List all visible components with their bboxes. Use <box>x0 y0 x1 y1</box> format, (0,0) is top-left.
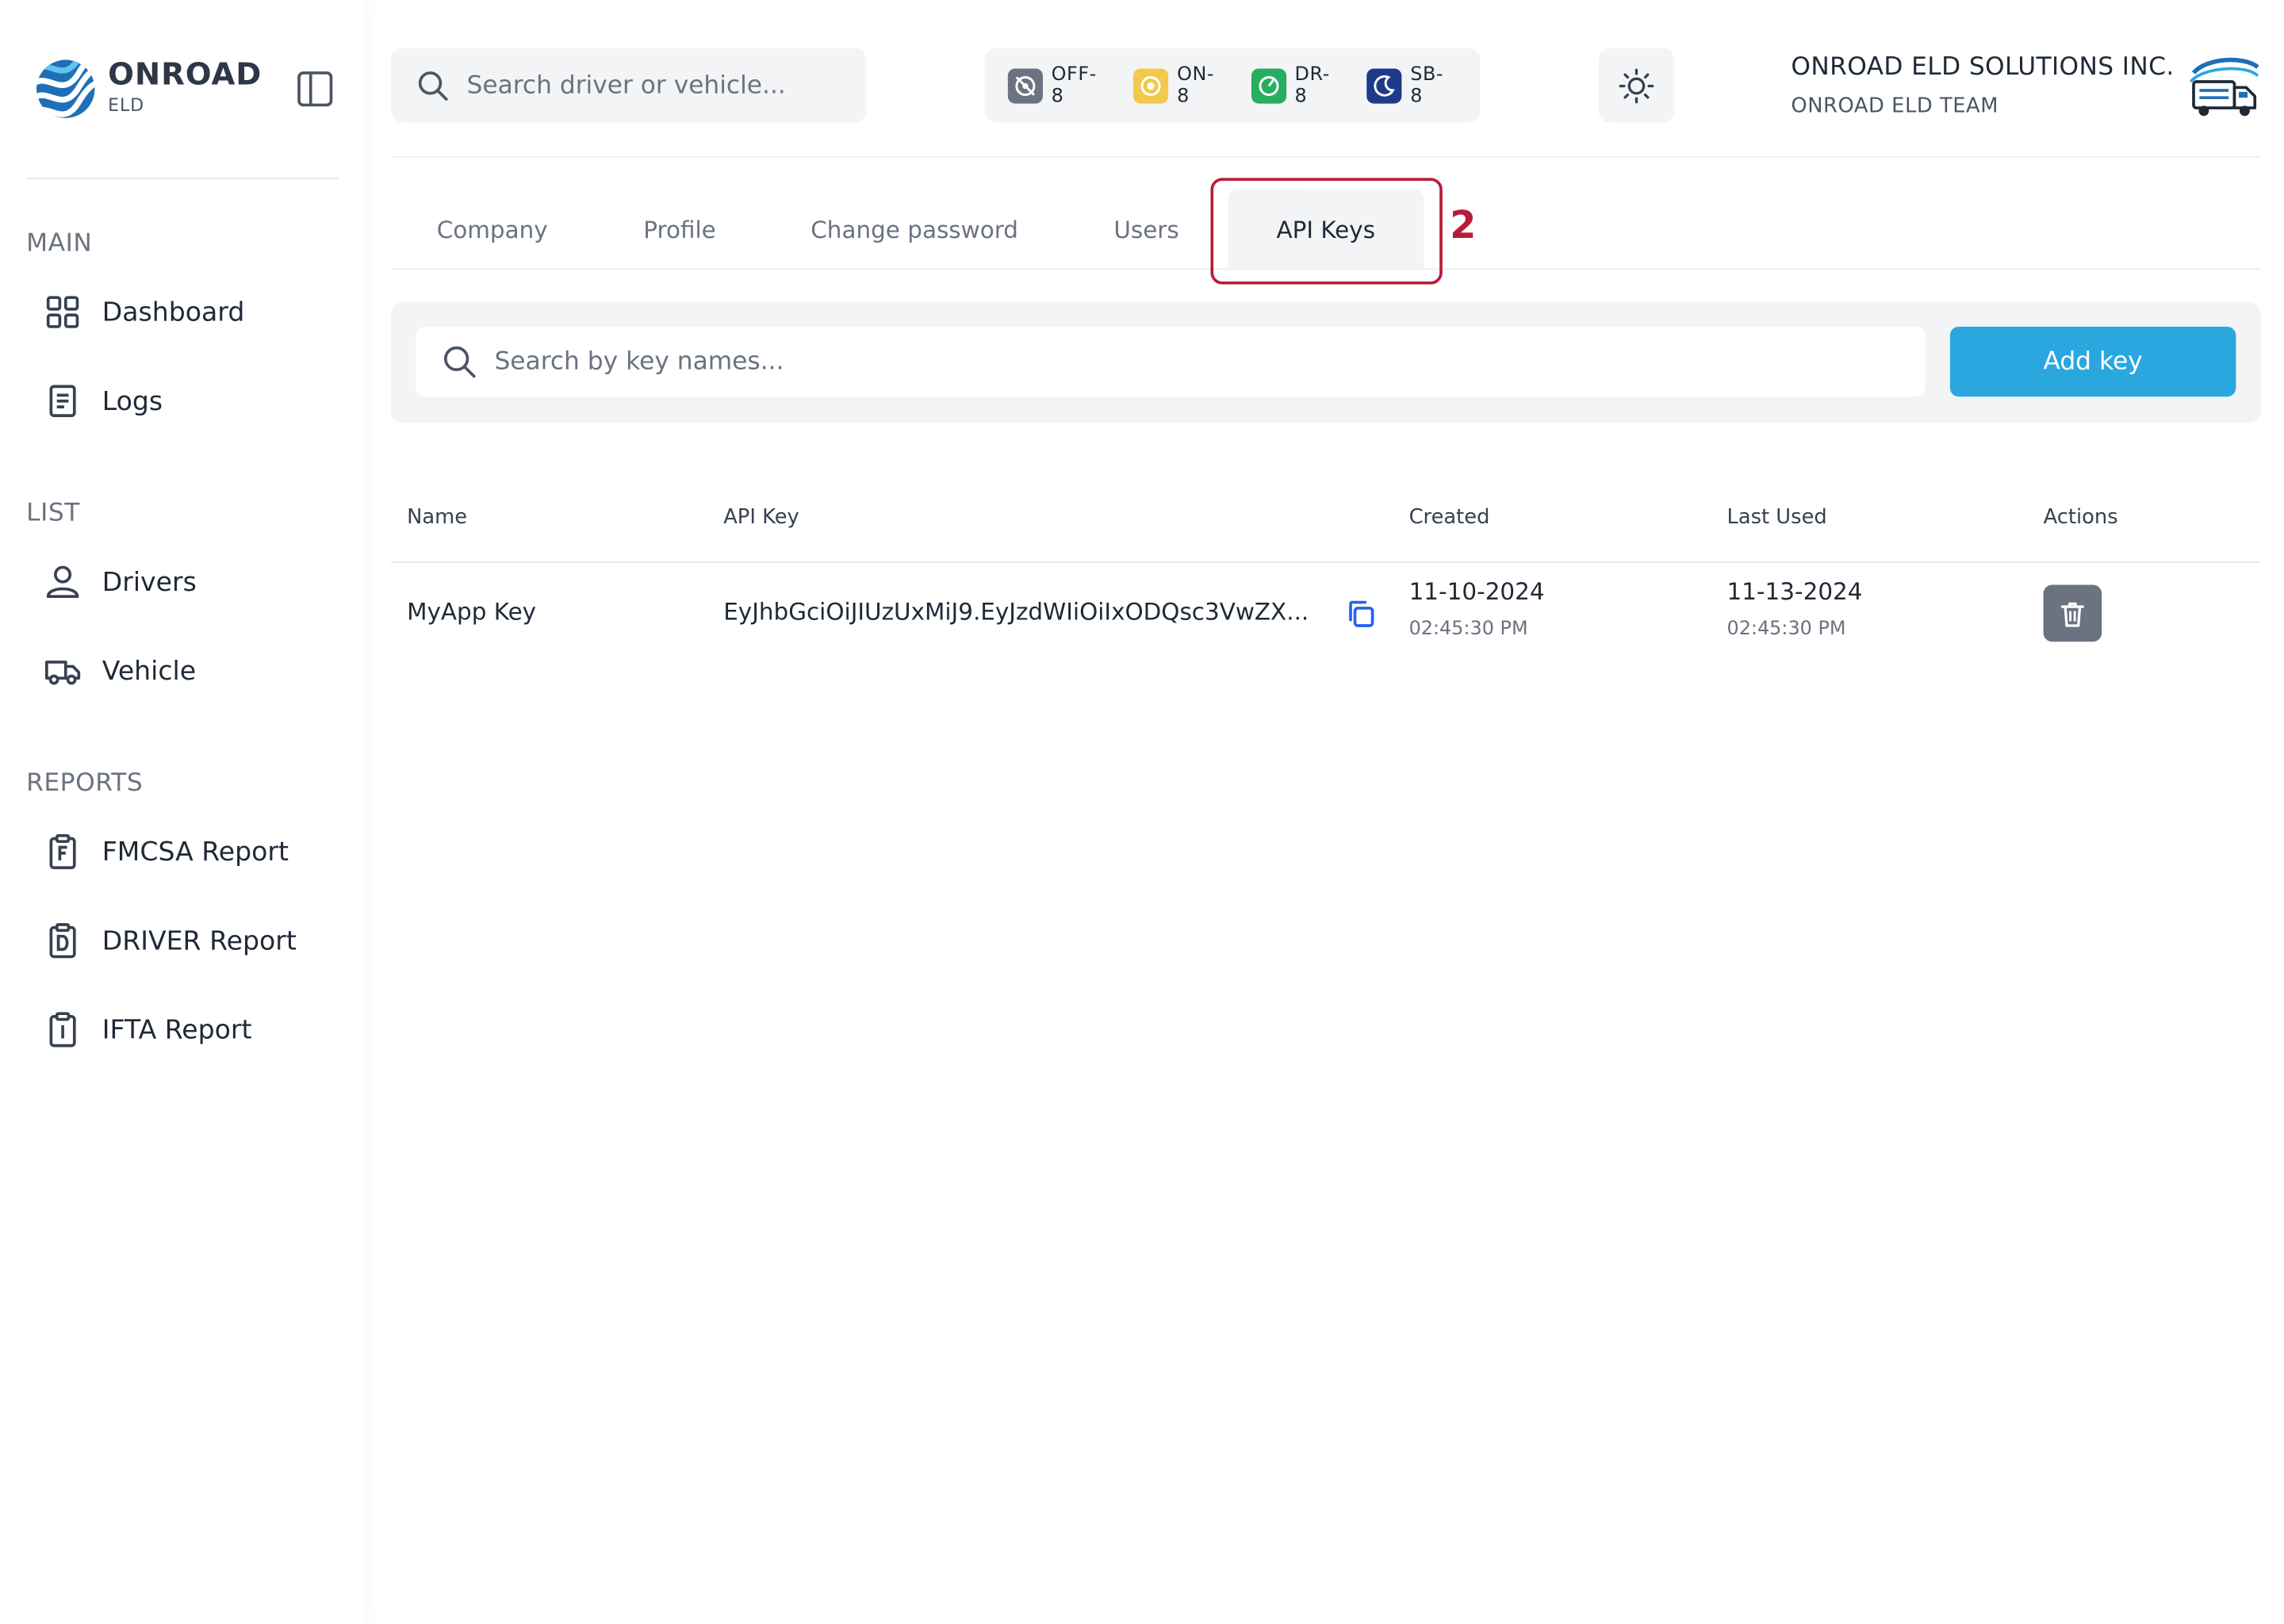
driver-vehicle-search[interactable] <box>390 48 867 123</box>
search-input[interactable] <box>466 71 832 100</box>
status-label: ON-8 <box>1177 63 1215 108</box>
status-off[interactable]: OFF-8 <box>1007 63 1109 108</box>
sidebar-item-logs[interactable]: Logs <box>44 372 335 431</box>
tab-api-keys[interactable]: API Keys <box>1228 190 1424 269</box>
status-label: OFF-8 <box>1051 63 1097 108</box>
off-duty-icon <box>1007 67 1043 103</box>
trash-icon <box>2060 601 2084 626</box>
created-date: 11-10-2024 <box>1408 577 1545 606</box>
tab-company[interactable]: Company <box>423 190 561 268</box>
on-duty-icon <box>1133 67 1169 103</box>
duty-status-summary: OFF-8 ON-8 DR-8 SB-8 <box>984 48 1481 123</box>
sidebar-item-drivers[interactable]: Drivers <box>44 553 335 611</box>
clipboard-i-icon <box>49 1012 76 1048</box>
sun-icon <box>1619 67 1654 103</box>
clipboard-f-icon <box>49 833 76 870</box>
sidebar-item-label: DRIVER Report <box>102 925 297 956</box>
company-name: ONROAD ELD SOLUTIONS INC. <box>1791 52 2175 82</box>
brand-sub: ELD <box>108 94 145 116</box>
sidebar-item-driver-report[interactable]: DRIVER Report <box>44 911 335 970</box>
column-header-name: Name <box>407 506 468 530</box>
header-divider <box>390 155 2261 158</box>
sidebar-item-dashboard[interactable]: Dashboard <box>44 283 335 342</box>
brand-name: ONROAD <box>108 56 263 92</box>
sidebar-item-label: Vehicle <box>102 655 197 687</box>
document-icon <box>49 385 76 417</box>
sidebar-item-label: Drivers <box>102 566 197 598</box>
api-key-value: EyJhbGciOiJIUzUxMiJ9.EyJzdWIiOiIxODQsc3V… <box>723 598 1309 626</box>
sidebar-item-vehicle[interactable]: Vehicle <box>44 642 335 700</box>
app-root: ONROAD ELD MAIN Dashboard Logs LIST Driv… <box>0 0 2284 1624</box>
key-name: MyApp Key <box>407 598 537 626</box>
onroad-logo-icon <box>36 59 95 118</box>
table-row: MyApp Key EyJhbGciOiJIUzUxMiJ9.EyJzdWIiO… <box>391 563 2261 665</box>
section-title-list: LIST <box>26 498 80 528</box>
last-used-cell: 11-13-2024 02:45:30 PM <box>1726 577 1862 640</box>
user-icon <box>46 565 79 599</box>
clipboard-d-icon <box>49 923 76 959</box>
tabs-divider <box>390 268 2261 270</box>
brand-logo[interactable]: ONROAD ELD <box>35 56 261 123</box>
theme-toggle-button[interactable] <box>1598 48 1675 123</box>
sidebar-item-label: IFTA Report <box>102 1014 252 1045</box>
status-label: SB-8 <box>1410 63 1444 108</box>
dashboard-grid-icon <box>46 296 79 328</box>
truck-icon <box>45 661 81 685</box>
key-search-input[interactable] <box>494 347 1807 377</box>
copy-icon[interactable] <box>1345 598 1377 630</box>
sidebar: ONROAD ELD MAIN Dashboard Logs LIST Driv… <box>0 0 365 1624</box>
section-title-main: MAIN <box>26 228 93 259</box>
sidebar-item-label: Logs <box>102 385 163 417</box>
column-header-actions: Actions <box>2043 506 2118 530</box>
add-key-button[interactable]: Add key <box>1949 326 2236 397</box>
status-sleeper[interactable]: SB-8 <box>1366 63 1455 107</box>
last-used-date: 11-13-2024 <box>1726 577 1863 606</box>
status-driving[interactable]: DR-8 <box>1251 63 1342 107</box>
column-header-last-used: Last Used <box>1726 506 1827 530</box>
sleeper-moon-icon <box>1366 67 1402 103</box>
sidebar-item-ifta-report[interactable]: IFTA Report <box>44 1001 335 1059</box>
sidebar-item-label: FMCSA Report <box>102 836 289 868</box>
company-avatar-truck-icon[interactable] <box>2185 52 2261 120</box>
tab-users[interactable]: Users <box>1097 190 1196 268</box>
search-icon <box>444 346 476 378</box>
sidebar-item-label: Dashboard <box>102 297 245 327</box>
tab-change-password[interactable]: Change password <box>796 190 1033 268</box>
sidebar-divider <box>26 178 339 180</box>
api-keys-toolbar: Add key <box>390 301 2261 423</box>
tab-profile[interactable]: Profile <box>627 190 732 268</box>
status-on[interactable]: ON-8 <box>1133 63 1226 107</box>
status-label: DR-8 <box>1294 63 1330 108</box>
column-header-api-key: API Key <box>723 506 799 530</box>
column-header-created: Created <box>1408 506 1490 530</box>
sidebar-item-fmcsa-report[interactable]: FMCSA Report <box>44 822 335 881</box>
key-search[interactable] <box>416 326 1926 397</box>
sidebar-toggle-icon[interactable] <box>294 68 335 109</box>
last-used-time: 02:45:30 PM <box>1726 618 1846 641</box>
section-title-reports: REPORTS <box>26 768 144 798</box>
annotation-step-number: 2 <box>1450 204 1477 248</box>
company-team: ONROAD ELD TEAM <box>1791 94 1998 118</box>
driving-icon <box>1251 67 1286 103</box>
created-time: 02:45:30 PM <box>1408 618 1528 641</box>
search-icon <box>418 71 448 100</box>
created-cell: 11-10-2024 02:45:30 PM <box>1409 577 1545 640</box>
delete-key-button[interactable] <box>2043 584 2102 642</box>
